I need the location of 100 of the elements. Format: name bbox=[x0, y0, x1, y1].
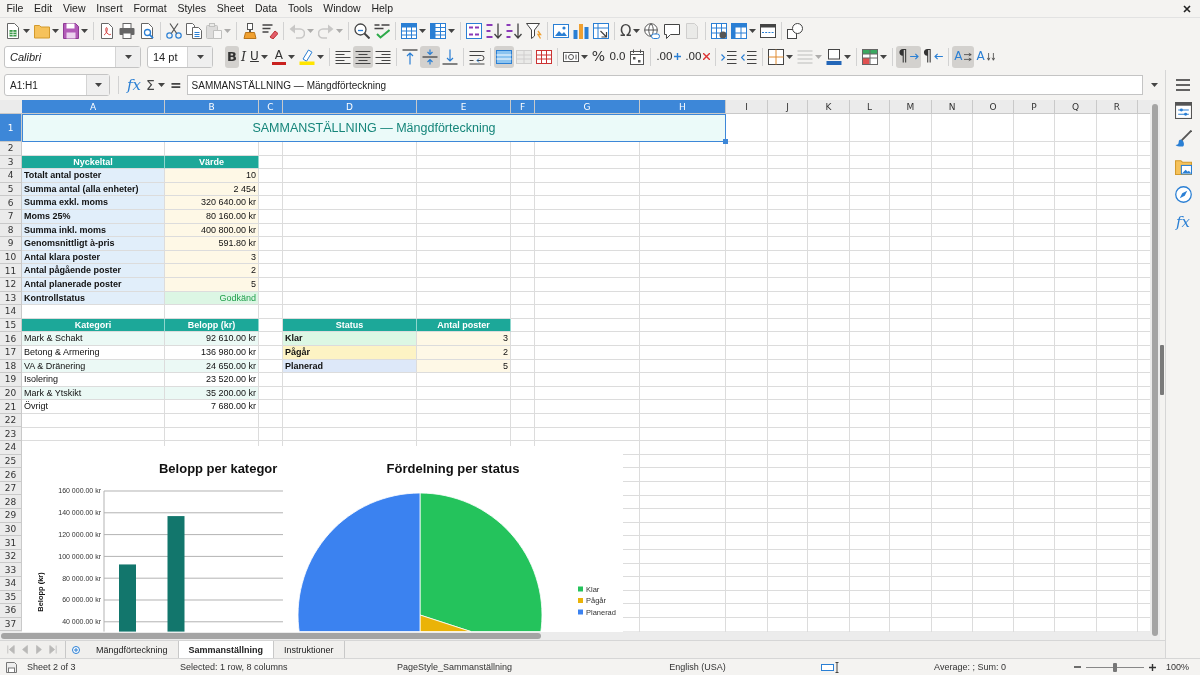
scrollbar-thumb[interactable] bbox=[1152, 104, 1158, 636]
vertical-scrollbar[interactable] bbox=[1150, 100, 1160, 640]
row-header[interactable]: 36 bbox=[0, 604, 22, 618]
indent-icon bbox=[721, 48, 738, 65]
text-top-to-bottom-button[interactable]: A bbox=[974, 45, 997, 68]
row-header[interactable]: 19 bbox=[0, 373, 22, 387]
menu-item[interactable]: Edit bbox=[28, 0, 58, 17]
functions-button[interactable]: fx bbox=[1176, 214, 1190, 230]
paintbrush-icon[interactable] bbox=[1174, 130, 1192, 147]
font-size-field[interactable]: 14 pt bbox=[147, 45, 213, 68]
formula-button[interactable]: = bbox=[169, 77, 182, 93]
horizontal-scrollbar[interactable] bbox=[0, 631, 1150, 640]
column-header[interactable]: C bbox=[259, 100, 283, 114]
column-header[interactable]: D bbox=[283, 100, 417, 114]
menu-item[interactable]: Tools bbox=[282, 0, 318, 17]
menu-item[interactable]: Window bbox=[317, 0, 367, 17]
language[interactable]: English (USA) bbox=[669, 662, 726, 672]
right-to-left-button[interactable]: ¶ bbox=[920, 45, 946, 68]
row-header[interactable]: 6 bbox=[0, 196, 22, 210]
slider-thumb[interactable] bbox=[1113, 662, 1117, 672]
font-color-button[interactable]: A bbox=[269, 45, 297, 68]
color-bar-icon bbox=[271, 61, 286, 65]
merge-center-button[interactable] bbox=[493, 45, 514, 68]
underline-button[interactable]: U bbox=[248, 45, 270, 68]
compass-icon[interactable] bbox=[1174, 186, 1192, 203]
special-character-button[interactable]: Ω bbox=[618, 19, 643, 42]
italic-button[interactable]: I bbox=[238, 45, 249, 68]
menu-item[interactable]: View bbox=[57, 0, 91, 17]
name-box-field[interactable]: A1:H1 bbox=[4, 74, 110, 96]
line-styles-icon bbox=[797, 48, 814, 65]
fill-handle[interactable] bbox=[723, 139, 728, 144]
row-header[interactable]: 28 bbox=[0, 495, 22, 510]
caret-icon bbox=[81, 28, 88, 33]
table-cell: Antal pågående poster bbox=[22, 264, 165, 278]
menu-item[interactable]: Format bbox=[128, 0, 173, 17]
menu-item[interactable]: Data bbox=[249, 0, 283, 17]
row-header[interactable]: 2 bbox=[0, 142, 22, 156]
table-cell: 7 680.00 kr bbox=[165, 400, 259, 414]
row-header[interactable]: 29 bbox=[0, 509, 22, 523]
row-header[interactable]: 4 bbox=[0, 169, 22, 183]
bold-button[interactable]: B bbox=[225, 45, 239, 68]
delete-decimal-button[interactable]: .00 bbox=[683, 45, 713, 68]
column-header[interactable]: H bbox=[640, 100, 726, 114]
caret-icon bbox=[633, 28, 641, 33]
dropdown-button[interactable] bbox=[187, 46, 212, 67]
menu-icon[interactable] bbox=[1176, 79, 1190, 91]
row-header[interactable]: 23 bbox=[0, 427, 22, 442]
page-style[interactable]: PageStyle_Sammanställning bbox=[397, 662, 513, 672]
row-header[interactable]: 34 bbox=[0, 577, 22, 591]
row-header[interactable]: 14 bbox=[0, 305, 22, 319]
spellcheck-icon bbox=[374, 22, 390, 39]
row-header[interactable]: 24 bbox=[0, 441, 22, 455]
sliders-panel-icon[interactable] bbox=[1174, 102, 1192, 119]
zoom-level[interactable]: 100% bbox=[1166, 662, 1190, 672]
column-header[interactable]: B bbox=[165, 100, 259, 114]
percent-format-button[interactable]: % bbox=[589, 45, 608, 68]
close-icon[interactable] bbox=[1183, 4, 1191, 13]
column-header[interactable]: A bbox=[22, 100, 165, 114]
row-header[interactable]: 21 bbox=[0, 400, 22, 414]
rectangle-cursor-icon[interactable] bbox=[821, 661, 839, 673]
bar bbox=[119, 564, 136, 632]
menu-item[interactable]: File bbox=[1, 0, 29, 17]
column-header[interactable]: F bbox=[511, 100, 535, 114]
column-header[interactable]: G bbox=[535, 100, 640, 114]
menu-item[interactable]: Styles bbox=[172, 0, 212, 17]
sheet-title: SAMMANSTÄLLNING — Mängdförteckning bbox=[252, 121, 496, 135]
left-to-right-button[interactable]: ¶ bbox=[896, 45, 921, 68]
row-header[interactable]: 26 bbox=[0, 468, 22, 482]
image-folder-icon[interactable] bbox=[1174, 158, 1192, 175]
row-header[interactable]: 1 bbox=[0, 114, 22, 142]
sum-button[interactable]: Σ bbox=[146, 77, 165, 93]
sheet-tab[interactable]: Sammanställning bbox=[178, 641, 275, 658]
column-header[interactable]: E bbox=[417, 100, 511, 114]
align-middle-button[interactable] bbox=[419, 45, 440, 68]
menu-item[interactable]: Sheet bbox=[211, 0, 250, 17]
font-name-field[interactable]: Calibri bbox=[4, 45, 141, 68]
dropdown-button[interactable] bbox=[115, 46, 140, 67]
formula-input[interactable]: SAMMANSTÄLLNING — Mängdförteckning bbox=[186, 75, 1143, 95]
table-cell: 2 bbox=[165, 264, 259, 278]
menu-item[interactable]: Help bbox=[366, 0, 399, 17]
function-wizard-button[interactable]: fx bbox=[127, 77, 141, 93]
number-format-button[interactable]: 0.0 bbox=[607, 45, 628, 68]
align-center-button[interactable] bbox=[352, 45, 373, 68]
sidebar-grip[interactable] bbox=[1160, 345, 1164, 395]
row-header[interactable]: 11 bbox=[0, 264, 22, 278]
spreadsheet-grid[interactable] bbox=[0, 100, 1150, 632]
expand-button[interactable] bbox=[1148, 83, 1161, 87]
row-header[interactable]: 16 bbox=[0, 332, 22, 346]
zoom-in-icon[interactable] bbox=[1149, 663, 1156, 671]
scrollbar-thumb[interactable] bbox=[1, 632, 541, 639]
table-cell: Isolering bbox=[22, 373, 165, 387]
align-bottom-icon bbox=[441, 48, 458, 65]
wrap-text-icon bbox=[468, 48, 485, 65]
menu-item[interactable]: Insert bbox=[90, 0, 128, 17]
row-header[interactable]: 31 bbox=[0, 536, 22, 550]
plus-circle-icon[interactable] bbox=[72, 645, 80, 654]
dropdown-button[interactable] bbox=[86, 75, 109, 95]
row-header[interactable]: 33 bbox=[0, 563, 22, 577]
row-header[interactable]: 9 bbox=[0, 237, 22, 251]
add-decimal-button[interactable]: .00 bbox=[654, 45, 684, 68]
